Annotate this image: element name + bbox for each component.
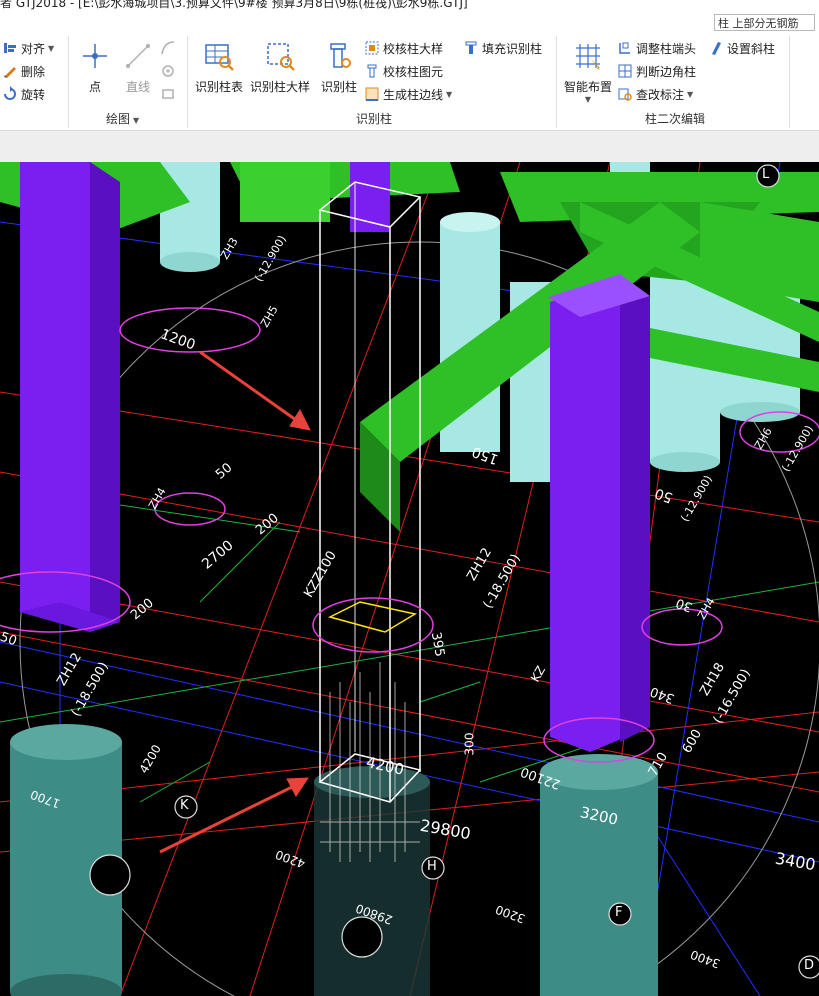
adjust-end-icon [617, 40, 633, 56]
align-icon [2, 40, 18, 56]
modify-tag-icon [617, 86, 633, 102]
check-element-button[interactable]: 校核柱图元 [364, 61, 443, 81]
line-button[interactable]: 直线 [118, 40, 158, 95]
smart-layout-icon [572, 40, 604, 72]
column-icon [323, 40, 355, 72]
fill-identify-button[interactable]: 填充识别柱 [463, 38, 542, 58]
table-magnifier-icon [203, 40, 235, 72]
delete-label: 删除 [21, 64, 46, 79]
search-hint-box[interactable]: 柱 上部分无钢筋 [714, 14, 815, 31]
point-label: 点 [88, 80, 101, 94]
check-detail-icon [364, 40, 380, 56]
rectangle-icon [160, 86, 176, 102]
identify-detail-label: 识别柱大样 [249, 80, 310, 94]
check-element-icon [364, 63, 380, 79]
group-separator [68, 36, 69, 128]
axis-label: L [762, 167, 770, 182]
judge-corner-label: 判断边角柱 [636, 64, 697, 79]
rotate-button[interactable]: 旋转 [2, 84, 45, 104]
generate-edge-icon [364, 86, 380, 102]
red-arrows [159, 350, 311, 854]
identify-group-label: 识别柱 [356, 112, 393, 126]
line-label: 直线 [125, 80, 150, 94]
point-button[interactable]: 点 [78, 40, 112, 95]
dimension-text: 300 [462, 732, 477, 756]
judge-corner-icon [617, 63, 633, 79]
modify-tag-label: 查改标注 [636, 87, 685, 102]
point-icon [79, 40, 111, 72]
purple-columns [20, 162, 650, 752]
align-label: 对齐 [21, 41, 46, 56]
axis-label: H [427, 859, 437, 874]
identify-table-label: 识别柱表 [194, 80, 243, 94]
circle-icon [160, 63, 176, 79]
line-icon [122, 40, 154, 72]
axis-label: F [615, 905, 623, 920]
adjust-end-label: 调整柱端头 [636, 41, 697, 56]
identify-table-button[interactable]: 识别柱表 [193, 40, 245, 95]
identify-detail-button[interactable]: 识别柱大样 [248, 40, 312, 95]
secondary-group-label: 柱二次编辑 [645, 112, 706, 126]
axis-label: K [180, 798, 189, 813]
set-slope-button[interactable]: 设置斜柱 [708, 38, 775, 58]
slope-column-icon [708, 40, 724, 56]
delete-icon [2, 63, 18, 79]
group-separator [187, 36, 188, 128]
identify-column-button[interactable]: 识别柱 [318, 40, 360, 95]
detail-magnifier-icon [264, 40, 296, 72]
set-slope-label: 设置斜柱 [727, 41, 776, 56]
circle-button[interactable] [160, 61, 179, 81]
draw-group-label[interactable]: 绘图 ▼ [106, 110, 139, 127]
arc-button[interactable] [160, 38, 179, 58]
check-detail-button[interactable]: 校核柱大样 [364, 38, 443, 58]
rect-button[interactable] [160, 84, 179, 104]
3d-viewport[interactable]: L K H F D 1200 2700 200 50 395 4200 2980… [0, 162, 819, 996]
rotate-label: 旋转 [21, 87, 46, 102]
check-detail-label: 校核柱大样 [383, 41, 444, 56]
rotate-icon [2, 86, 18, 102]
delete-button[interactable]: 删除 [2, 61, 45, 81]
check-element-label: 校核柱图元 [383, 64, 444, 79]
green-beams [0, 162, 819, 532]
group-separator [789, 36, 790, 128]
judge-corner-button[interactable]: 判断边角柱 [617, 61, 696, 81]
window-title: 者 GTJ2018 - [E:\彭水海城项目\3.预算文件\9#楼 预算3月8日… [0, 0, 468, 10]
modify-tag-button[interactable]: 查改标注 ▼ [617, 84, 693, 104]
group-separator [556, 36, 557, 128]
generate-edge-button[interactable]: 生成柱边线 ▼ [364, 84, 452, 104]
adjust-end-button[interactable]: 调整柱端头 [617, 38, 696, 58]
title-bar: 者 GTJ2018 - [E:\彭水海城项目\3.预算文件\9#楼 预算3月8日… [0, 0, 819, 10]
arc-icon [160, 40, 176, 56]
model-canvas[interactable] [0, 162, 819, 996]
fill-identify-label: 填充识别柱 [482, 41, 543, 56]
ribbon: 柱 上部分无钢筋 对齐 ▼ 删除 旋转 点 直线 绘图 ▼ 识别柱表 识别柱大样… [0, 10, 819, 131]
axis-label: D [804, 958, 815, 973]
identify-column-label: 识别柱 [320, 80, 357, 94]
fill-column-icon [463, 40, 479, 56]
align-button[interactable]: 对齐 ▼ [2, 38, 54, 58]
generate-edge-label: 生成柱边线 [383, 87, 444, 102]
smart-layout-button[interactable]: 智能布置 ▼ [562, 40, 614, 104]
smart-layout-label: 智能布置 [563, 80, 612, 94]
toolbar-gap [0, 131, 819, 162]
